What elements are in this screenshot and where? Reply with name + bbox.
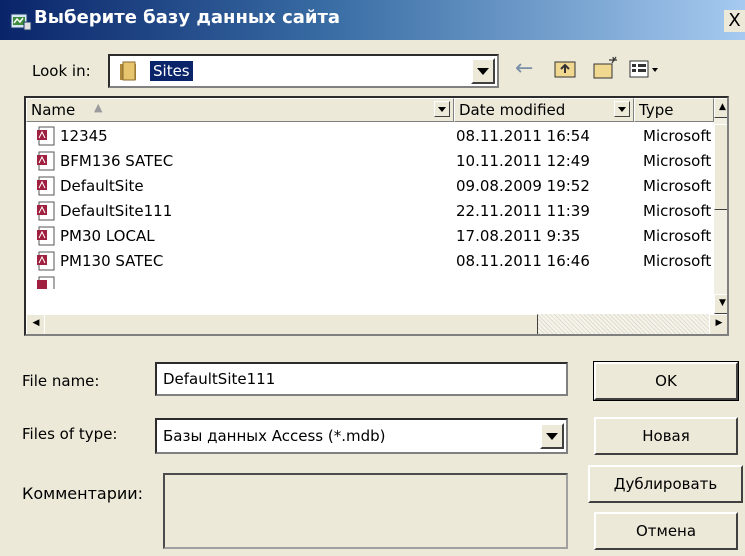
file-type: Microsoft [643,152,712,170]
cancel-button[interactable]: Отмена [594,512,738,550]
file-date: 08.11.2011 16:46 [456,252,590,270]
file-date: 22.11.2011 11:39 [456,202,590,220]
vertical-scrollbar[interactable]: ▲ ▼ [714,98,727,314]
comment-label: Комментарии: [22,484,144,503]
look-in-value: Sites [150,61,193,81]
file-row[interactable]: PM130 SATEC 08.11.2011 16:46 Microsoft [26,250,714,275]
file-date: 17.08.2011 9:35 [456,227,581,245]
file-list[interactable]: Name ▲ Date modified Type 12345 08.11.20… [24,96,729,336]
column-name-filter-button[interactable] [434,101,450,117]
file-date: 10.11.2011 12:49 [456,152,590,170]
database-app-icon [10,13,32,31]
column-header-date[interactable]: Date modified [454,98,634,122]
horizontal-scroll-thumb[interactable] [44,314,538,334]
file-name: PM30 LOCAL [60,227,155,245]
file-row-partial[interactable] [26,275,714,289]
chevron-down-icon [438,106,446,112]
duplicate-button[interactable]: Дублировать [588,465,743,503]
access-file-icon [37,126,55,146]
look-in-dropdown[interactable]: Sites [108,54,499,88]
column-header-type-label: Type [639,101,674,119]
file-date: 09.08.2009 19:52 [456,177,590,195]
file-name-label: File name: [22,372,100,390]
file-name: DefaultSite [60,177,144,195]
file-row[interactable]: 12345 08.11.2011 16:54 Microsoft [26,125,714,150]
file-type: Microsoft [643,202,712,220]
close-button[interactable]: X [724,10,745,32]
access-file-icon [37,176,55,196]
access-file-icon [37,276,55,289]
file-type-dropdown[interactable]: Базы данных Access (*.mdb) [155,418,568,454]
file-type: Microsoft [643,227,712,245]
up-folder-icon[interactable] [553,56,579,80]
new-folder-icon[interactable] [592,56,620,80]
file-row[interactable]: BFM136 SATEC 10.11.2011 12:49 Microsoft [26,150,714,175]
look-in-label: Look in: [32,62,91,80]
file-type-label: Files of type: [22,425,118,443]
column-date-filter-button[interactable] [614,101,630,117]
comment-field[interactable] [163,473,568,549]
back-icon[interactable]: ← [515,57,533,81]
chevron-down-icon [546,432,558,440]
file-name: 12345 [60,127,108,145]
file-type-value: Базы данных Access (*.mdb) [163,427,386,445]
column-header-name-label: Name [31,101,76,119]
file-name: DefaultSite111 [60,202,173,220]
ok-button[interactable]: OK [593,361,739,401]
file-name: PM130 SATEC [60,252,164,270]
scroll-right-button[interactable]: ▶ [709,314,727,334]
access-file-icon [37,201,55,221]
file-type: Microsoft [643,252,712,270]
scroll-up-button[interactable]: ▲ [714,98,727,118]
chevron-down-icon [477,67,489,75]
file-type: Microsoft [643,177,712,195]
views-menu-icon[interactable] [628,57,662,81]
vertical-scroll-thumb[interactable] [714,124,727,210]
access-file-icon [37,151,55,171]
scroll-down-button[interactable]: ▼ [714,294,727,314]
column-header-type[interactable]: Type [634,98,714,122]
file-type: Microsoft [643,127,712,145]
sort-ascending-icon: ▲ [94,101,103,114]
horizontal-scrollbar[interactable]: ◀ ▶ [26,314,727,334]
access-file-icon [37,226,55,246]
chevron-down-icon [618,106,626,112]
file-type-dropdown-button[interactable] [540,423,564,449]
new-button[interactable]: Новая [594,417,738,455]
column-header-date-label: Date modified [459,101,566,119]
file-row[interactable]: DefaultSite111 22.11.2011 11:39 Microsof… [26,200,714,225]
folder-icon [120,61,136,81]
file-name-input[interactable] [155,362,568,396]
look-in-dropdown-button[interactable] [471,58,495,84]
file-row[interactable]: PM30 LOCAL 17.08.2011 9:35 Microsoft [26,225,714,250]
window-title: Выберите базу данных сайта [34,7,341,28]
column-header-name[interactable]: Name [26,98,454,122]
file-row[interactable]: DefaultSite 09.08.2009 19:52 Microsoft [26,175,714,200]
file-name: BFM136 SATEC [60,152,174,170]
access-file-icon [37,251,55,271]
scroll-left-button[interactable]: ◀ [26,314,46,334]
file-date: 08.11.2011 16:54 [456,127,590,145]
